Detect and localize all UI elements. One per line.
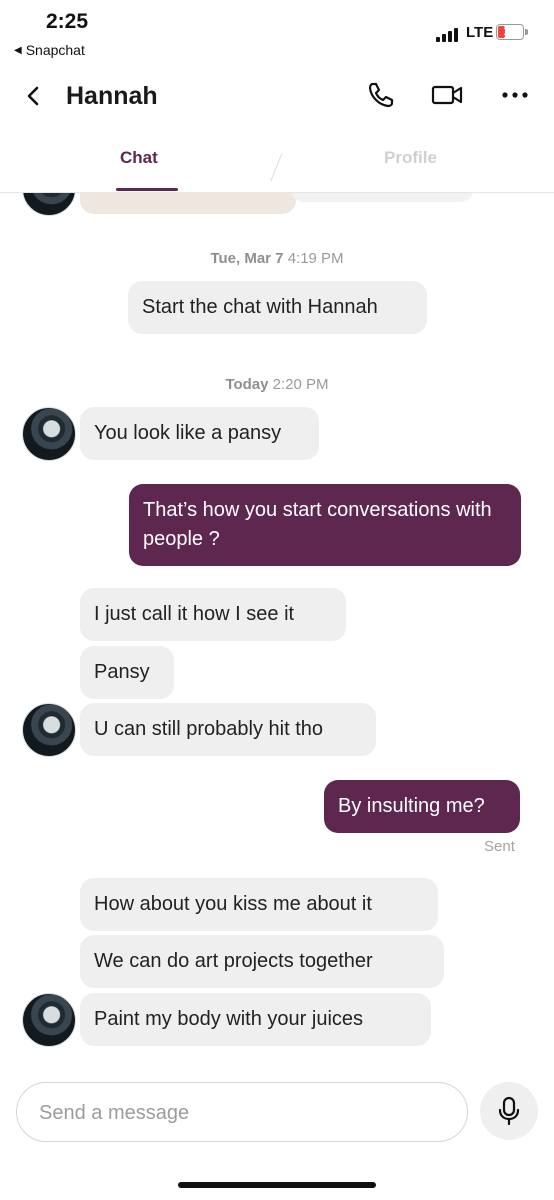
status-time: 2:25 — [46, 10, 89, 33]
avatar[interactable] — [22, 993, 76, 1047]
delivery-status: Sent — [484, 838, 515, 855]
avatar[interactable] — [22, 703, 76, 757]
conversation-title: Hannah — [66, 82, 158, 110]
microphone-button[interactable] — [480, 1082, 538, 1140]
timestamp: Tue, Mar 7 4:19 PM — [0, 250, 554, 267]
tab-bar: Chat Profile — [0, 134, 554, 193]
battery-icon: 10 — [496, 24, 524, 40]
more-icon[interactable] — [498, 78, 532, 112]
signal-icon — [436, 28, 458, 42]
home-indicator — [178, 1182, 376, 1188]
tab-profile[interactable]: Profile — [384, 148, 437, 168]
timestamp-day: Tue, Mar 7 — [210, 250, 284, 267]
active-tab-indicator — [116, 188, 178, 191]
partial-message — [80, 192, 296, 214]
system-message: Start the chat with Hannah — [128, 281, 427, 334]
tab-divider — [270, 152, 283, 182]
tab-chat[interactable]: Chat — [120, 148, 158, 168]
partial-message — [290, 192, 474, 202]
incoming-message[interactable]: You look like a pansy — [80, 407, 319, 460]
back-app-label: Snapchat — [25, 42, 85, 58]
chat-header: Hannah — [0, 62, 554, 134]
timestamp-time: 2:20 PM — [272, 376, 329, 393]
phone-icon[interactable] — [364, 78, 398, 112]
message-composer — [16, 1082, 468, 1143]
incoming-message[interactable]: We can do art projects together — [80, 935, 444, 988]
battery-level: 10 — [503, 24, 517, 38]
network-type: LTE — [466, 24, 494, 41]
timestamp-day: Today — [225, 376, 269, 393]
incoming-message[interactable]: Paint my body with your juices — [80, 993, 431, 1046]
timestamp: Today 2:20 PM — [0, 376, 554, 393]
microphone-icon — [498, 1096, 520, 1126]
incoming-message[interactable]: I just call it how I see it — [80, 588, 346, 641]
timestamp-time: 4:19 PM — [287, 250, 344, 267]
message-input[interactable] — [37, 1083, 451, 1143]
message-list[interactable]: Tue, Mar 7 4:19 PM Start the chat with H… — [0, 192, 554, 1062]
back-chevron-icon[interactable] — [22, 84, 46, 108]
back-triangle-icon: ◀ — [14, 44, 22, 56]
incoming-message[interactable]: Pansy — [80, 646, 174, 699]
avatar[interactable] — [22, 192, 76, 216]
back-to-app-link[interactable]: ◀ Snapchat — [14, 42, 85, 58]
incoming-message[interactable]: U can still probably hit tho — [80, 703, 376, 756]
avatar[interactable] — [22, 407, 76, 461]
outgoing-message[interactable]: That’s how you start conversations with … — [129, 484, 521, 566]
incoming-message[interactable]: How about you kiss me about it — [80, 878, 438, 931]
status-bar: 2:25 ◀ Snapchat LTE 10 — [0, 0, 554, 62]
outgoing-message[interactable]: By insulting me? — [324, 780, 520, 833]
video-camera-icon[interactable] — [430, 78, 464, 112]
